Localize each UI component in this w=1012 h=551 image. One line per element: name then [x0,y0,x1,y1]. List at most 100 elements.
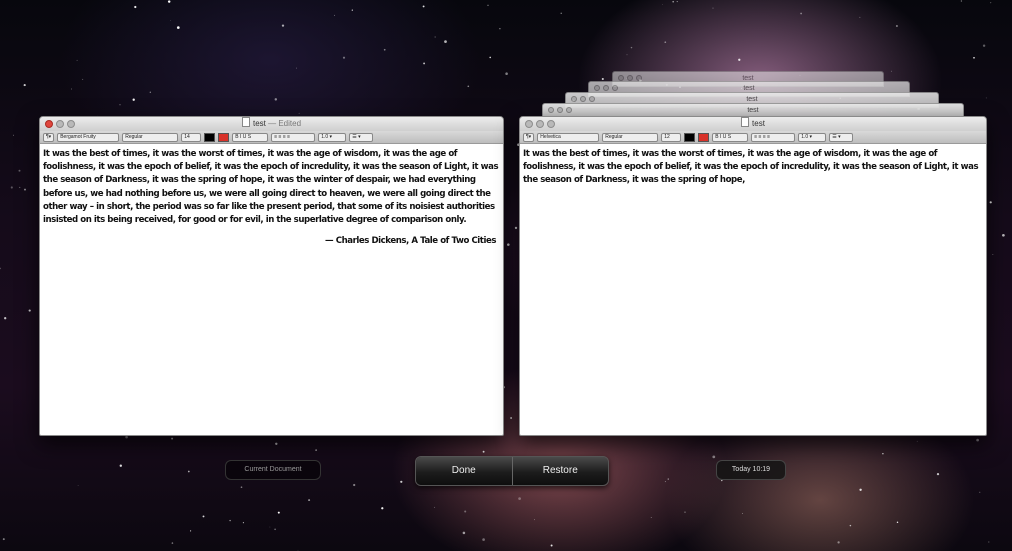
line-spacing-select[interactable]: 1.0 ▾ [798,132,827,142]
line-spacing-select[interactable]: 1.0 ▾ [318,132,347,142]
done-button[interactable]: Done [416,457,512,485]
window-titlebar[interactable]: test — Edited [40,117,503,131]
star [187,470,190,473]
star [482,450,485,453]
star [882,452,884,455]
star [550,544,553,547]
star [18,169,21,172]
star [134,5,137,9]
font-family-select[interactable]: Helvetica [537,132,600,142]
star [992,254,994,255]
star [353,483,356,487]
star [242,522,244,524]
star [672,0,675,3]
text-color-swatch[interactable] [204,132,216,142]
star [119,104,121,106]
star [167,0,171,3]
star [2,538,5,541]
star [77,485,79,486]
list-style-select[interactable]: ☰ ▾ [829,132,854,142]
star [23,84,26,87]
alignment-buttons[interactable]: ≡ ≡ ≡ ≡ [271,132,316,142]
star [849,524,852,527]
font-style-select[interactable]: Regular [602,132,659,142]
star [973,56,975,59]
time-machine-button-group: Done Restore [415,456,609,486]
star [467,85,470,88]
font-family-select[interactable]: Bergamot Fruity [57,132,120,142]
star [229,519,231,522]
star [499,28,501,30]
star [895,24,898,28]
star [10,186,13,189]
document-text-area[interactable]: It was the best of times, it was the wor… [520,144,986,192]
zoom-button[interactable] [67,120,75,128]
star [171,437,174,440]
star [534,519,535,521]
star [176,26,180,29]
text-color-swatch[interactable] [684,132,696,142]
star [381,507,384,510]
zoom-button[interactable] [547,120,555,128]
highlight-color-swatch[interactable] [698,132,710,142]
star [170,20,172,21]
star [712,7,714,9]
star [275,442,278,445]
star [676,1,678,3]
star [423,62,426,65]
font-size-select[interactable]: 14 [181,132,202,142]
star [464,510,467,513]
star [82,78,84,80]
star [28,309,31,312]
star [444,40,447,43]
minimize-button[interactable] [56,120,64,128]
star [462,531,466,535]
star [518,497,521,500]
close-button[interactable] [525,120,533,128]
paragraph-style-button[interactable]: ¶▾ [523,132,535,142]
star [76,59,78,61]
highlight-color-swatch[interactable] [218,132,230,142]
star [661,3,663,5]
document-paragraph: It was the best of times, it was the wor… [43,149,499,226]
document-icon [741,117,750,127]
star [859,488,862,491]
document-text-area[interactable]: It was the best of times, it was the wor… [40,144,503,252]
star [269,526,271,528]
document-paragraph: It was the best of times, it was the wor… [523,149,979,186]
star [296,67,297,69]
star [125,435,128,439]
current-document-label[interactable]: Current Document [225,460,321,480]
window-title: test [252,119,266,128]
emphasis-buttons[interactable]: B I U S [232,132,269,142]
font-style-select[interactable]: Regular [122,132,179,142]
attribution-line: — Charles Dickens, A Tale of Two Cities [325,236,496,247]
restore-button[interactable]: Restore [511,457,608,485]
star [4,317,7,320]
star [240,486,243,489]
paragraph-style-button[interactable]: ¶▾ [43,132,55,142]
list-style-select[interactable]: ☰ ▾ [349,132,374,142]
alignment-buttons[interactable]: ≡ ≡ ≡ ≡ [751,132,796,142]
star [24,188,26,191]
emphasis-buttons[interactable]: B I U S [712,132,749,142]
minimize-button[interactable] [536,120,544,128]
star [712,455,716,459]
document-icon [241,117,250,127]
star [890,70,892,72]
star [738,58,741,61]
star [13,134,15,136]
star [190,530,192,532]
close-button[interactable] [45,120,53,128]
version-document-window[interactable]: test ¶▾ Helvetica Regular 12 B I U S ≡ ≡… [519,116,987,436]
star [298,112,300,114]
font-size-select[interactable]: 12 [661,132,682,142]
star [274,528,276,531]
star [664,41,667,44]
star [342,56,346,59]
star [19,186,21,188]
window-titlebar[interactable]: test [520,117,986,131]
window-title: test [752,119,765,128]
star [351,9,353,11]
current-document-window[interactable]: test — Edited ¶▾ Bergamot Fruity Regular… [39,116,504,436]
